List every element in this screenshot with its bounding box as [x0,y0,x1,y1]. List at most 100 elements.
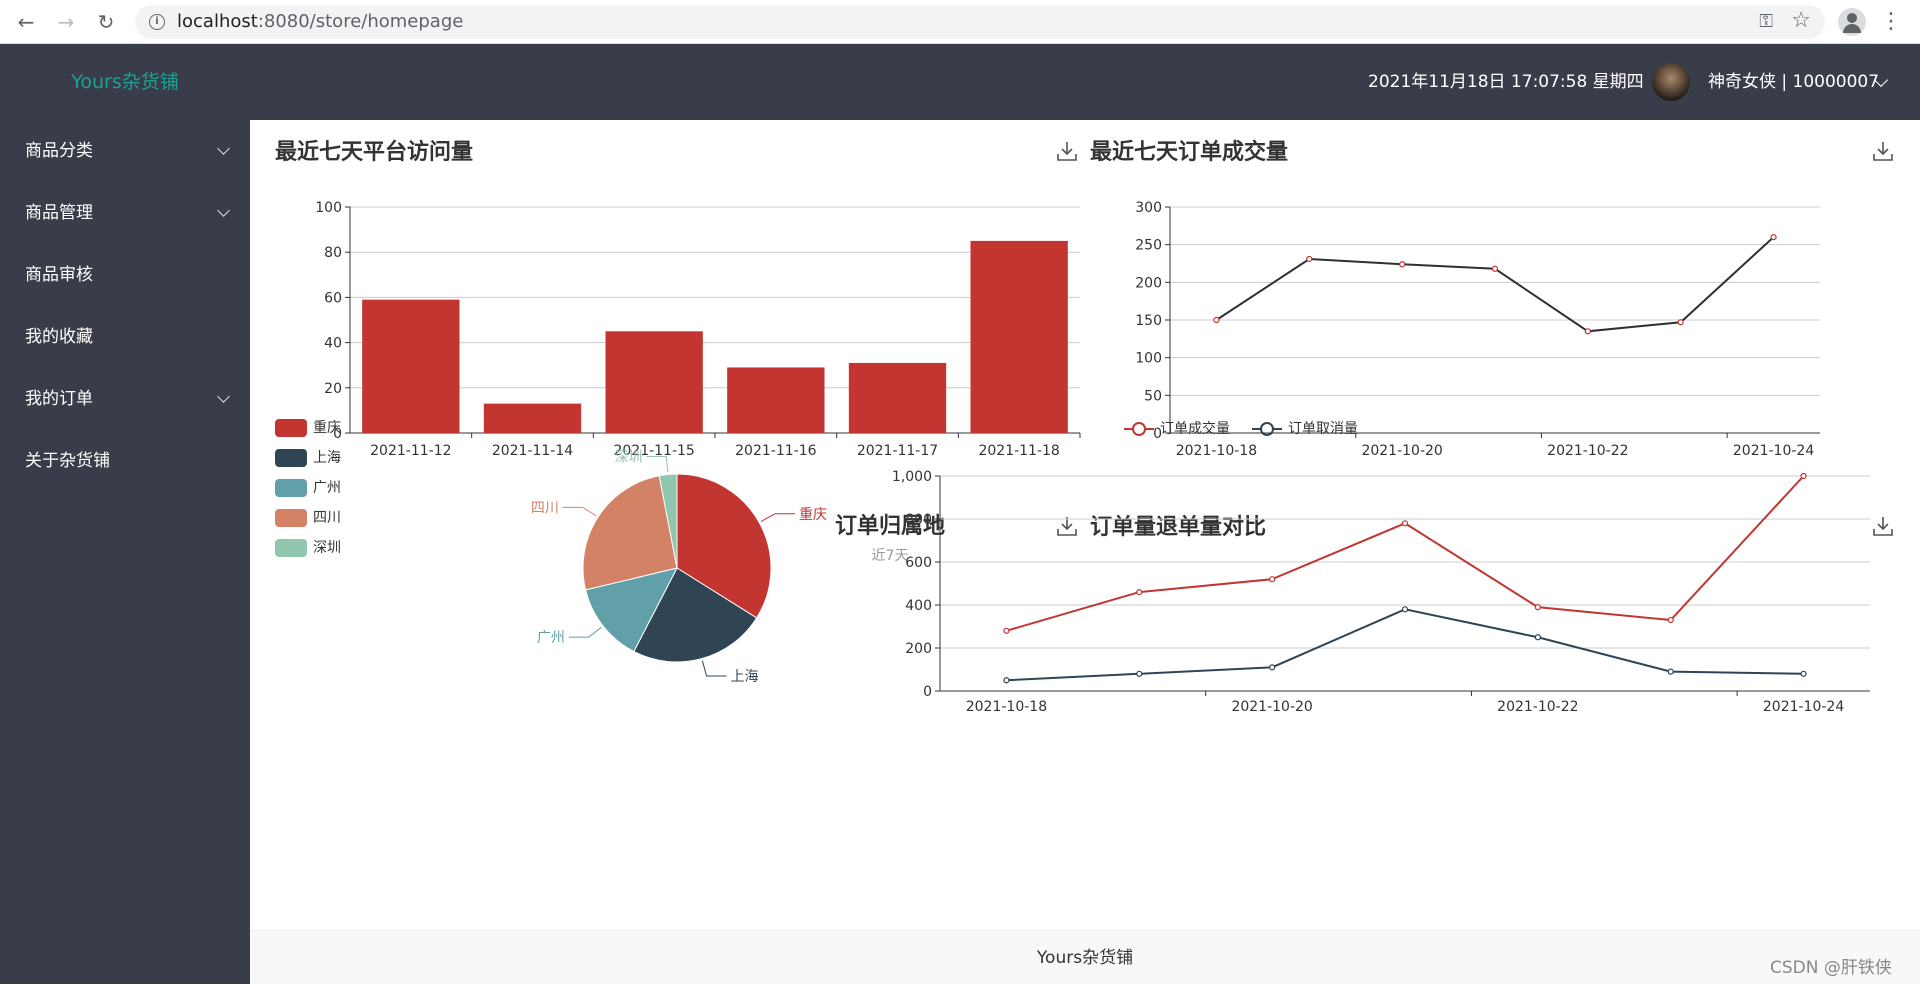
x-tick-label: 2021-10-20 [1361,443,1442,459]
data-point [1491,265,1499,272]
y-tick-label: 800 [905,512,932,528]
y-tick-label: 0 [923,684,932,700]
pie-label: 上海 [731,669,759,685]
user-name[interactable]: 神奇女侠 | 10000007 [1708,44,1879,120]
sidebar: 商品分类商品管理商品审核我的收藏我的订单关于杂货铺 [0,120,250,984]
sidebar-item-label: 我的收藏 [25,327,93,347]
y-tick-label: 100 [315,200,342,216]
footer: Yours杂货铺 [250,930,1920,984]
y-tick-label: 80 [324,245,342,261]
url-text[interactable]: localhost:8080/store/homepage [177,5,463,39]
pie-label: 四川 [531,500,559,516]
pie-label: 广州 [537,630,565,646]
chevron-down-icon [217,142,230,155]
x-tick-label: 2021-10-22 [1547,443,1628,459]
back-icon[interactable]: ← [12,8,40,36]
bar [970,240,1068,433]
pie-label-line [760,513,795,522]
sidebar-item[interactable]: 商品管理 [0,182,250,244]
x-tick-label: 2021-10-20 [1231,699,1312,715]
url-path: :8080/store/homepage [257,11,464,32]
x-tick-label: 2021-10-24 [1733,443,1814,459]
y-tick-label: 300 [1135,200,1162,216]
y-tick-label: 200 [905,641,932,657]
y-tick-label: 50 [1144,388,1162,404]
y-tick-label: 1,000 [892,469,932,485]
series-line [1215,236,1775,333]
data-point [1136,670,1143,677]
data-point [1136,589,1143,596]
logo[interactable]: Yours杂货铺 [0,44,250,120]
pie-label-line [568,626,602,638]
data-point [1800,670,1807,677]
sidebar-item[interactable]: 关于杂货铺 [0,430,250,492]
site-info-icon[interactable]: i [149,14,165,30]
chevron-down-icon [217,390,230,403]
x-tick-label: 2021-10-18 [1176,443,1257,459]
app-header: Yours杂货铺 2021年11月18日 17:07:58 星期四 神奇女侠 |… [0,44,1920,120]
x-tick-label: 2021-11-14 [492,443,573,459]
data-point [1399,261,1406,268]
sidebar-item[interactable]: 我的订单 [0,368,250,430]
data-point [1401,520,1409,527]
reload-icon[interactable]: ↻ [92,8,120,36]
profile-icon[interactable] [1838,8,1866,36]
data-point [1306,255,1313,263]
x-tick-label: 2021-11-12 [370,443,451,459]
bar [362,299,460,433]
data-point [1667,668,1674,675]
y-tick-label: 0 [1153,426,1162,442]
y-tick-label: 400 [905,598,932,614]
x-tick-label: 2021-10-18 [966,699,1047,715]
data-point [1269,664,1276,671]
sidebar-item[interactable]: 我的收藏 [0,306,250,368]
x-tick-label: 2021-10-24 [1763,699,1844,715]
y-tick-label: 60 [324,290,342,306]
forward-icon[interactable]: → [52,8,80,36]
sidebar-item[interactable]: 商品分类 [0,120,250,182]
sidebar-item-label: 我的订单 [25,389,93,409]
data-point [1401,606,1409,613]
data-point [1800,472,1807,480]
logo-area: Yours杂货铺 [0,44,250,120]
sidebar-item-label: 商品管理 [25,203,93,223]
sidebar-item[interactable]: 商品审核 [0,244,250,306]
y-tick-label: 0 [333,426,342,442]
data-point [1003,677,1010,684]
watermark: CSDN @肝铁侠 [1770,958,1892,978]
sidebar-item-label: 商品审核 [25,265,93,285]
bookmark-star-icon[interactable]: ☆ [1791,8,1811,33]
pie-label: 深圳 [614,450,642,466]
data-point [1534,604,1541,611]
address-bar[interactable]: i localhost:8080/store/homepage ⚿ ☆ [135,5,1825,39]
bar [483,403,582,433]
data-point [1213,316,1220,324]
browser-toolbar: ← → ↻ i localhost:8080/store/homepage ⚿ … [0,0,1920,44]
avatar[interactable] [1652,63,1690,101]
key-icon[interactable]: ⚿ [1759,11,1773,32]
pie-label-line [562,506,597,517]
datetime-display: 2021年11月18日 17:07:58 星期四 [1368,72,1644,92]
chevron-down-icon [217,204,230,217]
browser-menu-icon[interactable]: ⋮ [1880,8,1902,36]
y-tick-label: 20 [324,381,342,397]
y-tick-label: 100 [1135,351,1162,367]
y-tick-label: 150 [1135,313,1162,329]
y-tick-label: 600 [905,555,932,571]
x-tick-label: 2021-11-16 [735,443,816,459]
pie-label: 重庆 [799,507,827,523]
sidebar-item-label: 关于杂货铺 [25,451,110,471]
y-tick-label: 250 [1135,238,1162,254]
x-tick-label: 2021-11-18 [978,443,1059,459]
data-point [1269,576,1276,583]
data-point [1770,234,1777,241]
pie-label-line [701,660,727,677]
bar [605,331,703,433]
x-tick-label: 2021-10-22 [1497,699,1578,715]
y-tick-label: 200 [1135,275,1162,291]
sidebar-item-label: 商品分类 [25,141,93,161]
data-point [1584,328,1591,335]
data-point [1677,319,1684,326]
series-line [1006,608,1804,682]
charts-canvas: 0 20 40 60 80 100 2021-11-12 2021-11-14 2021-11-… [315,200,1870,715]
